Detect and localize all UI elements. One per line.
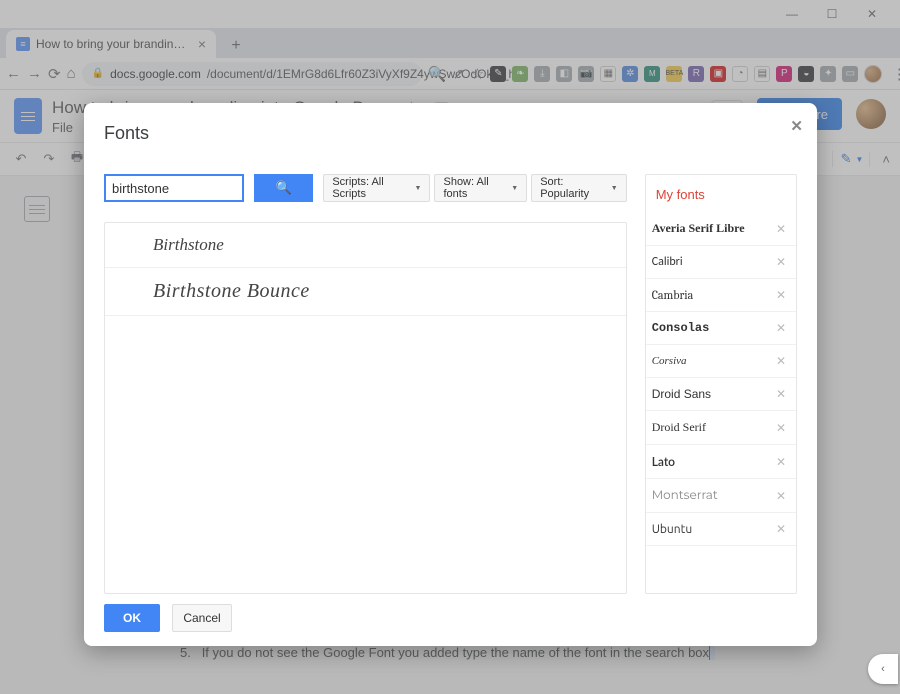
font-name-label: Averia Serif Libre [652, 221, 745, 236]
font-name-label: Cambria [652, 288, 694, 302]
font-name-label: Droid Sans [652, 387, 711, 401]
fonts-dialog: Fonts ✕ 🔍 Scripts: All Scripts ▼ Show: Al… [84, 103, 817, 646]
font-name-label: Montserrat [652, 488, 718, 503]
remove-font-icon[interactable]: ✕ [776, 387, 786, 401]
chevron-left-icon: ‹ [881, 663, 885, 675]
remove-font-icon[interactable]: ✕ [776, 255, 786, 269]
font-name-label: Corsiva [652, 355, 687, 367]
remove-font-icon[interactable]: ✕ [776, 354, 786, 368]
dialog-close-icon[interactable]: ✕ [790, 117, 803, 135]
remove-font-icon[interactable]: ✕ [776, 222, 786, 236]
font-search-button[interactable]: 🔍 [254, 174, 313, 202]
remove-font-icon[interactable]: ✕ [776, 288, 786, 302]
font-name-label: Consolas [652, 321, 710, 335]
filter-label: Scripts: All Scripts [332, 176, 411, 200]
scripts-filter-button[interactable]: Scripts: All Scripts ▼ [323, 174, 430, 202]
font-result-item[interactable]: Birthstone [105, 223, 626, 268]
remove-font-icon[interactable]: ✕ [776, 455, 786, 469]
font-name-label: Lato [652, 454, 675, 469]
font-name-label: Ubuntu [652, 523, 693, 536]
explore-button[interactable]: ‹ [868, 654, 898, 684]
my-fonts-header: My fonts [646, 183, 796, 212]
font-result-item[interactable]: Birthstone Bounce [105, 268, 626, 316]
font-search-input[interactable] [104, 174, 244, 202]
chevron-down-icon: ▼ [511, 185, 518, 192]
my-font-item[interactable]: Corsiva ✕ [646, 345, 796, 378]
ok-button[interactable]: OK [104, 604, 160, 632]
chevron-down-icon: ▼ [415, 185, 422, 192]
font-name-label: Calibri [652, 255, 683, 269]
cancel-button[interactable]: Cancel [172, 604, 232, 632]
my-font-item[interactable]: Montserrat ✕ [646, 479, 796, 513]
my-font-item[interactable]: Calibri ✕ [646, 246, 796, 279]
my-font-item[interactable]: Averia Serif Libre ✕ [646, 212, 796, 246]
font-name-label: Droid Serif [652, 420, 706, 435]
chevron-down-icon: ▼ [611, 185, 618, 192]
remove-font-icon[interactable]: ✕ [776, 421, 786, 435]
remove-font-icon[interactable]: ✕ [776, 321, 786, 335]
search-icon: 🔍 [276, 180, 292, 196]
my-font-item[interactable]: Ubuntu ✕ [646, 513, 796, 546]
dialog-title: Fonts [104, 123, 797, 144]
my-font-item[interactable]: Droid Serif ✕ [646, 411, 796, 445]
filter-label: Show: All fonts [443, 176, 508, 200]
my-font-item[interactable]: Droid Sans ✕ [646, 378, 796, 411]
my-fonts-panel: My fonts Averia Serif Libre✕Calibri✕Camb… [645, 174, 797, 594]
remove-font-icon[interactable]: ✕ [776, 522, 786, 536]
sort-filter-button[interactable]: Sort: Popularity▼ [531, 174, 626, 202]
font-results-list: Birthstone Birthstone Bounce [104, 222, 627, 594]
remove-font-icon[interactable]: ✕ [776, 489, 786, 503]
show-filter-button[interactable]: Show: All fonts▼ [434, 174, 527, 202]
filter-label: Sort: Popularity [540, 176, 608, 200]
my-font-item[interactable]: Consolas ✕ [646, 312, 796, 345]
my-font-item[interactable]: Cambria ✕ [646, 279, 796, 312]
my-font-item[interactable]: Lato ✕ [646, 445, 796, 479]
